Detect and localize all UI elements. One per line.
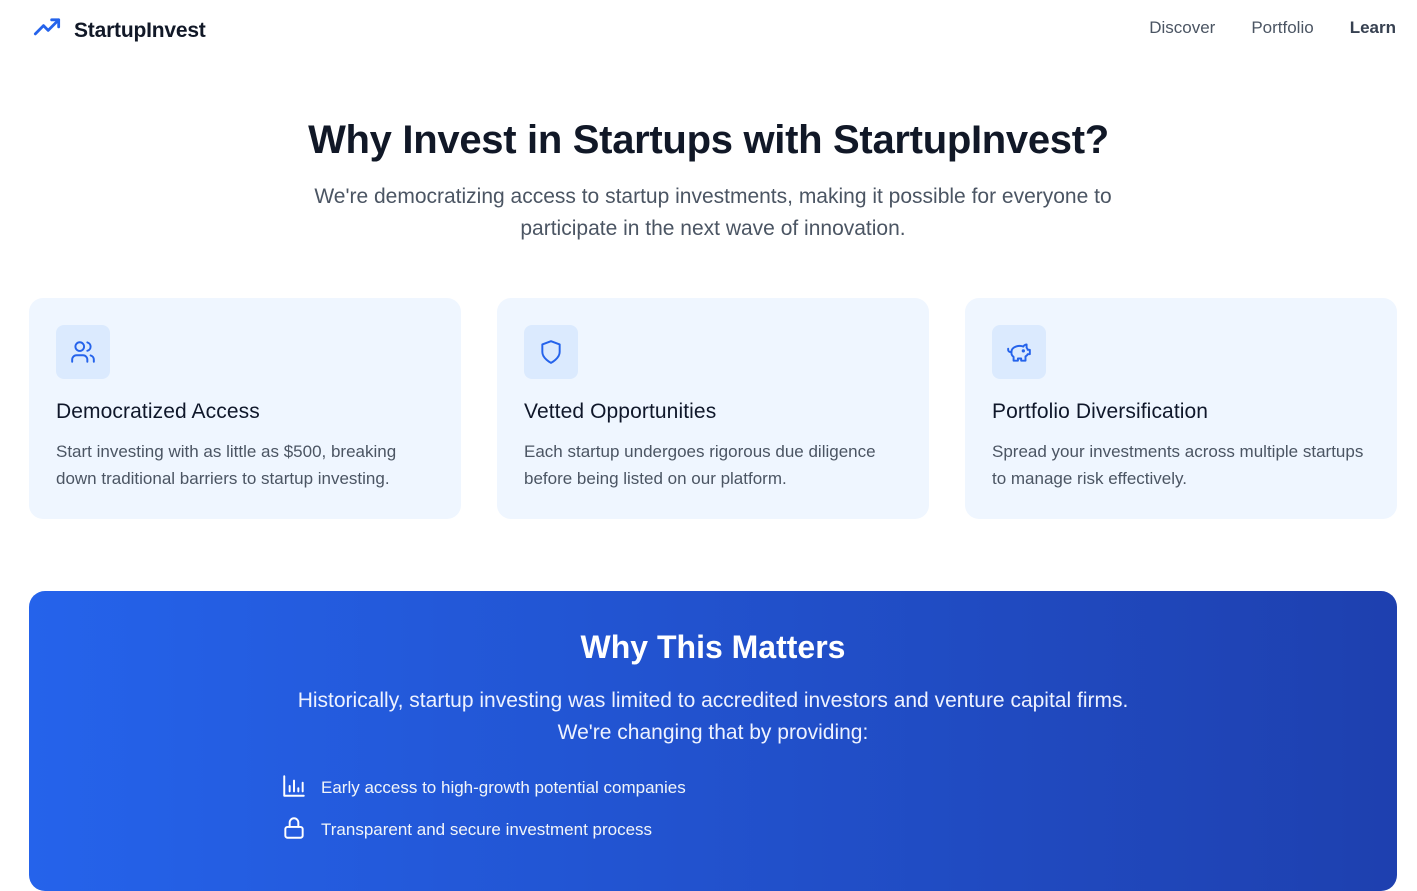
nav-links: Discover Portfolio Learn [1149, 18, 1396, 38]
bar-chart-icon [281, 773, 307, 804]
nav-link-portfolio[interactable]: Portfolio [1251, 18, 1313, 38]
feature-title: Democratized Access [56, 400, 260, 423]
users-icon [56, 325, 110, 379]
section-title: Why This Matters [580, 629, 846, 665]
feature-text: Start investing with as little as $500, … [56, 442, 397, 488]
list-item: Transparent and secure investment proces… [281, 816, 981, 841]
feature-text: Spread your investments across multiple … [992, 442, 1364, 488]
brand-logo[interactable]: StartupInvest [30, 14, 206, 47]
page-subtitle: We're democratizing access to startup in… [314, 185, 1112, 240]
piggy-bank-icon [992, 325, 1046, 379]
brand-name: StartupInvest [74, 18, 206, 42]
trending-up-icon [30, 14, 64, 47]
lock-icon [281, 815, 307, 846]
section-subtitle: Historically, startup investing was limi… [297, 689, 1129, 744]
page-title: Why Invest in Startups with StartupInves… [308, 118, 1109, 162]
feature-cards: Democratized Access Start investing with… [29, 298, 1397, 519]
shield-icon [524, 325, 578, 379]
top-nav: StartupInvest Discover Portfolio Learn [0, 0, 1417, 58]
nav-link-discover[interactable]: Discover [1149, 18, 1215, 38]
why-this-matters-banner: Why This Matters Historically, startup i… [29, 591, 1397, 891]
benefit-list: Early access to high-growth potential co… [281, 774, 981, 861]
nav-link-learn[interactable]: Learn [1350, 18, 1396, 38]
feature-title: Portfolio Diversification [992, 400, 1209, 423]
benefit-text: Transparent and secure investment proces… [321, 820, 653, 839]
feature-card-portfolio-diversification: Portfolio Diversification Spread your in… [965, 298, 1397, 519]
list-item: Early access to high-growth potential co… [281, 774, 981, 799]
feature-title: Vetted Opportunities [524, 400, 717, 423]
feature-card-vetted-opportunities: Vetted Opportunities Each startup underg… [497, 298, 929, 519]
feature-card-democratized-access: Democratized Access Start investing with… [29, 298, 461, 519]
benefit-text: Early access to high-growth potential co… [321, 778, 686, 797]
feature-text: Each startup undergoes rigorous due dili… [524, 442, 876, 488]
